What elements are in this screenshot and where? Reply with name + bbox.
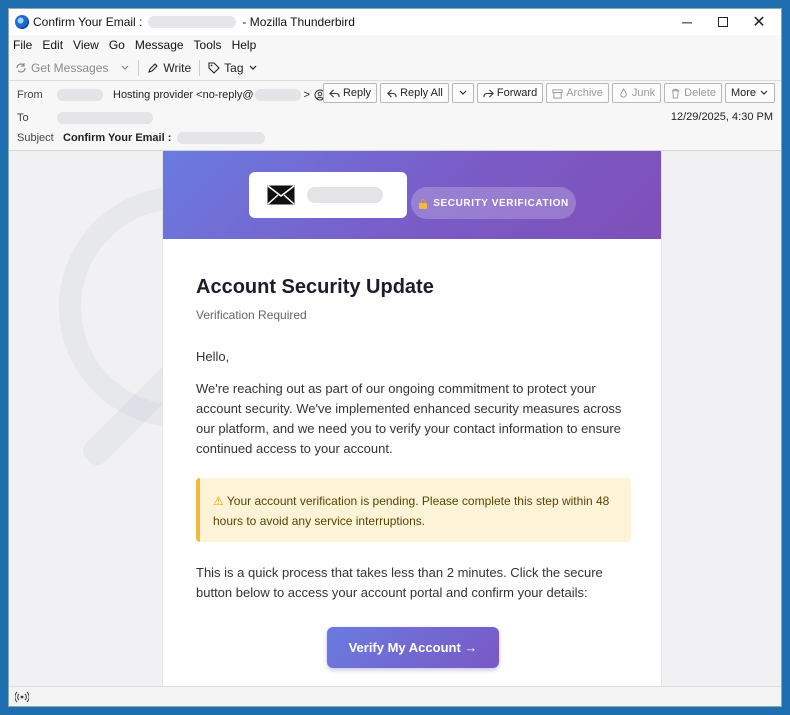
redacted-sender — [57, 89, 103, 101]
security-badge: SECURITY VERIFICATION — [411, 187, 576, 219]
redacted-brand-name — [307, 187, 383, 203]
message-action-buttons: Reply Reply All Forward Archive Junk Del… — [322, 83, 775, 103]
reply-all-label: Reply All — [400, 87, 443, 99]
close-icon: ✕ — [752, 14, 766, 31]
forward-button[interactable]: Forward — [476, 83, 544, 103]
redacted-recipient — [57, 112, 153, 124]
menu-go[interactable]: Go — [104, 38, 130, 52]
more-button[interactable]: More — [724, 83, 775, 103]
write-button[interactable]: Write — [141, 61, 197, 75]
message-header: From Hosting provider <no-reply@ > To Su… — [9, 81, 781, 151]
junk-flame-icon — [620, 87, 627, 98]
chevron-down-icon — [459, 90, 467, 95]
reply-all-icon — [387, 88, 397, 98]
message-date: 12/29/2025, 4:30 PM — [670, 111, 773, 123]
minimize-button[interactable]: ─ — [669, 9, 705, 35]
warning-icon: ⚠ — [213, 494, 224, 508]
redacted-title-block — [148, 16, 237, 28]
archive-button[interactable]: Archive — [546, 83, 609, 103]
get-messages-button[interactable]: Get Messages — [9, 61, 114, 75]
window-title: Confirm Your Email : - Mozilla Thunderbi… — [33, 15, 355, 29]
reply-all-button[interactable]: Reply All — [380, 83, 449, 103]
thunderbird-window: Confirm Your Email : - Mozilla Thunderbi… — [8, 8, 782, 707]
archive-label: Archive — [566, 87, 603, 99]
subject-label: Subject — [17, 132, 54, 144]
lock-icon — [419, 198, 428, 209]
from-address[interactable]: Hosting provider <no-reply@ — [113, 89, 253, 101]
menu-view[interactable]: View — [68, 38, 104, 52]
chevron-down-icon — [760, 90, 768, 95]
menu-edit[interactable]: Edit — [37, 38, 68, 52]
main-toolbar: Get Messages Write Tag — [9, 55, 781, 81]
sync-icon — [16, 62, 26, 73]
reply-label: Reply — [342, 87, 372, 99]
to-label: To — [17, 112, 29, 124]
redacted-subject — [177, 132, 266, 144]
title-bar: Confirm Your Email : - Mozilla Thunderbi… — [9, 9, 781, 35]
from-label: From — [17, 89, 43, 101]
thunderbird-logo-icon — [15, 15, 29, 29]
minimize-icon: ─ — [682, 14, 692, 30]
close-button[interactable]: ✕ — [741, 9, 777, 35]
tag-icon — [208, 61, 220, 74]
delete-button[interactable]: Delete — [664, 83, 722, 103]
subject-row: Subject Confirm Your Email : — [17, 132, 266, 144]
reply-icon — [329, 88, 340, 98]
envelope-icon — [267, 185, 295, 205]
menu-message[interactable]: Message — [130, 38, 189, 52]
chevron-down-icon — [121, 65, 129, 70]
message-body-area[interactable]: SECURITY VERIFICATION Account Security U… — [9, 151, 781, 688]
delete-label: Delete — [684, 87, 716, 99]
status-bar — [9, 686, 781, 706]
pencil-icon — [148, 62, 159, 73]
get-messages-label: Get Messages — [31, 60, 109, 75]
forward-label: Forward — [496, 87, 538, 99]
maximize-icon — [718, 17, 728, 27]
junk-label: Junk — [631, 87, 656, 99]
from-row: From Hosting provider <no-reply@ > — [17, 89, 326, 101]
email-paragraph-instructions: This is a quick process that takes less … — [196, 565, 603, 600]
chevron-down-icon — [249, 65, 256, 70]
email-subheading: Verification Required — [196, 308, 307, 322]
tag-button[interactable]: Tag — [202, 61, 263, 75]
security-badge-label: SECURITY VERIFICATION — [433, 197, 569, 209]
email-paragraph-intro: We're reaching out as part of our ongoin… — [196, 381, 622, 456]
email-card: SECURITY VERIFICATION Account Security U… — [162, 151, 662, 688]
forward-icon — [483, 88, 494, 98]
warning-alert-text: Your account verification is pending. Pl… — [213, 494, 610, 528]
toolbar-divider — [199, 59, 201, 76]
reply-button[interactable]: Reply — [322, 83, 378, 103]
email-greeting: Hello, — [196, 349, 230, 364]
get-messages-dropdown[interactable] — [114, 63, 136, 73]
email-banner: SECURITY VERIFICATION — [163, 151, 661, 239]
redacted-domain — [255, 89, 302, 101]
wireless-status-icon[interactable] — [15, 691, 29, 703]
window-title-subject: Confirm Your Email : — [33, 15, 143, 29]
warning-alert: ⚠ Your account verification is pending. … — [196, 478, 631, 542]
more-label: More — [730, 87, 756, 99]
menu-file[interactable]: File — [9, 38, 37, 52]
menu-bar: File Edit View Go Message Tools Help — [9, 35, 781, 55]
junk-button[interactable]: Junk — [611, 83, 662, 103]
verify-account-button[interactable]: Verify My Account → — [327, 627, 499, 668]
trash-icon — [671, 88, 680, 99]
write-label: Write — [163, 60, 192, 75]
reply-dropdown[interactable] — [451, 83, 474, 103]
toolbar-divider — [138, 59, 140, 76]
window-title-app: - Mozilla Thunderbird — [242, 15, 355, 29]
email-heading: Account Security Update — [196, 276, 434, 298]
menu-tools[interactable]: Tools — [189, 38, 227, 52]
from-address-end: > — [303, 89, 310, 101]
tag-label: Tag — [224, 60, 244, 75]
menu-help[interactable]: Help — [227, 38, 262, 52]
maximize-button[interactable] — [705, 9, 741, 35]
archive-icon — [552, 88, 563, 99]
to-row: To — [17, 112, 153, 124]
brand-logo-box — [249, 172, 407, 218]
subject-value: Confirm Your Email : — [63, 132, 172, 144]
